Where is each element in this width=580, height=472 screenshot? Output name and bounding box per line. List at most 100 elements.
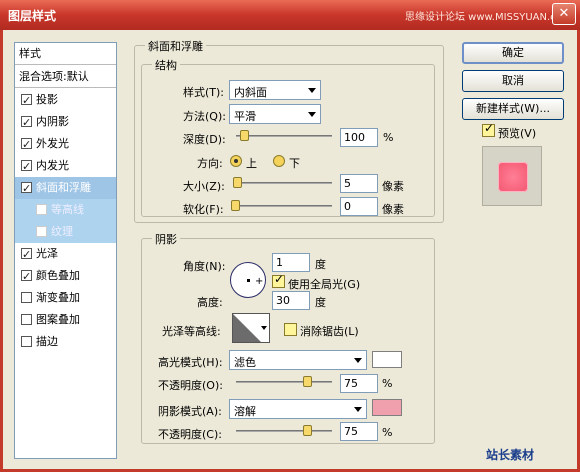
shadow-opacity-thumb[interactable] bbox=[303, 425, 312, 436]
shadow-mode-select[interactable]: 溶解 bbox=[229, 399, 367, 419]
depth-field[interactable]: 100 bbox=[340, 128, 378, 147]
style-select[interactable]: 内斜面 bbox=[229, 80, 321, 100]
global-light-checkbox[interactable] bbox=[272, 272, 285, 288]
altitude-label: 高度: bbox=[197, 296, 223, 309]
new-style-button[interactable]: 新建样式(W)... bbox=[462, 98, 564, 120]
checkbox-icon[interactable] bbox=[21, 90, 32, 112]
checkbox-icon[interactable] bbox=[21, 156, 32, 178]
structure-title: 结构 bbox=[152, 57, 180, 73]
sidebar-item-stroke[interactable]: 描边 bbox=[15, 331, 116, 353]
site-logo: 站长素材 bbox=[486, 448, 535, 462]
checkbox-icon[interactable] bbox=[36, 204, 47, 215]
sidebar-item-label: 光泽 bbox=[36, 247, 58, 260]
anti-aliased-label: 消除锯齿(L) bbox=[300, 325, 359, 338]
styles-header[interactable]: 样式 bbox=[15, 43, 116, 65]
sidebar-item-label: 纹理 bbox=[51, 225, 73, 238]
checkbox-icon[interactable] bbox=[21, 292, 32, 303]
soften-unit: 像素 bbox=[382, 203, 404, 216]
styles-list: 样式 混合选项:默认 投影 内阴影 外发光 内发光 斜面和浮雕 等高线 纹理 光… bbox=[14, 42, 117, 459]
shadow-color-swatch[interactable] bbox=[372, 399, 402, 416]
global-light-label: 使用全局光(G) bbox=[288, 278, 361, 291]
blend-options-label: 混合选项:默认 bbox=[19, 70, 89, 83]
chevron-down-icon bbox=[308, 112, 316, 117]
size-unit: 像素 bbox=[382, 180, 404, 193]
angle-label: 角度(N): bbox=[183, 260, 226, 273]
sidebar-item-texture[interactable]: 纹理 bbox=[15, 221, 116, 243]
direction-down-radio[interactable] bbox=[273, 155, 285, 167]
title-bar: 图层样式 思缘设计论坛 www.MISSYUAN.com ✕ bbox=[0, 0, 580, 30]
anti-aliased-checkbox[interactable] bbox=[284, 323, 297, 336]
depth-unit: % bbox=[383, 131, 394, 144]
highlight-opacity-label: 不透明度(O): bbox=[158, 379, 223, 392]
checkbox-icon[interactable] bbox=[21, 112, 32, 134]
ok-button[interactable]: 确定 bbox=[462, 42, 564, 64]
gloss-contour-picker[interactable] bbox=[232, 313, 270, 343]
sidebar-item-label: 图案叠加 bbox=[36, 313, 80, 326]
preview-label: 预览(V) bbox=[498, 127, 537, 140]
direction-up-radio[interactable] bbox=[230, 155, 242, 167]
sidebar-item-inner-glow[interactable]: 内发光 bbox=[15, 155, 116, 178]
soften-field[interactable]: 0 bbox=[340, 197, 378, 216]
sidebar-item-label: 等高线 bbox=[51, 203, 84, 216]
sidebar-item-color-overlay[interactable]: 颜色叠加 bbox=[15, 265, 116, 288]
bevel-emboss-title: 斜面和浮雕 bbox=[145, 38, 206, 54]
style-preview bbox=[482, 146, 542, 206]
highlight-mode-select[interactable]: 滤色 bbox=[229, 350, 367, 370]
shadow-opacity-field[interactable]: 75 bbox=[340, 422, 378, 441]
highlight-opacity-thumb[interactable] bbox=[303, 376, 312, 387]
size-slider[interactable] bbox=[233, 177, 332, 188]
highlight-opacity-unit: % bbox=[382, 377, 393, 390]
checkbox-icon[interactable] bbox=[21, 244, 32, 266]
shading-title: 阴影 bbox=[152, 231, 180, 247]
sidebar-item-drop-shadow[interactable]: 投影 bbox=[15, 89, 116, 112]
sidebar-item-outer-glow[interactable]: 外发光 bbox=[15, 133, 116, 156]
blend-options-item[interactable]: 混合选项:默认 bbox=[15, 66, 116, 88]
size-slider-thumb[interactable] bbox=[233, 177, 242, 188]
sidebar-item-pattern-overlay[interactable]: 图案叠加 bbox=[15, 309, 116, 331]
checkbox-icon[interactable] bbox=[21, 314, 32, 325]
angle-field[interactable]: 1 bbox=[272, 253, 310, 272]
styles-header-label: 样式 bbox=[19, 47, 41, 60]
shadow-opacity-slider[interactable] bbox=[236, 425, 332, 436]
sidebar-item-gradient-overlay[interactable]: 渐变叠加 bbox=[15, 287, 116, 309]
highlight-opacity-slider[interactable] bbox=[236, 376, 332, 387]
close-button[interactable]: ✕ bbox=[552, 3, 576, 25]
highlight-color-swatch[interactable] bbox=[372, 351, 402, 368]
checkbox-icon[interactable] bbox=[21, 336, 32, 347]
depth-label: 深度(D): bbox=[183, 133, 226, 146]
soften-slider[interactable] bbox=[231, 200, 332, 211]
style-select-value: 内斜面 bbox=[234, 86, 267, 99]
style-label: 样式(T): bbox=[183, 86, 225, 99]
depth-slider-thumb[interactable] bbox=[240, 130, 249, 141]
angle-unit: 度 bbox=[315, 258, 326, 271]
shadow-opacity-unit: % bbox=[382, 426, 393, 439]
technique-select[interactable]: 平滑 bbox=[229, 104, 321, 124]
cancel-button[interactable]: 取消 bbox=[462, 70, 564, 92]
gloss-contour-label: 光泽等高线: bbox=[162, 325, 221, 338]
depth-slider[interactable] bbox=[236, 130, 332, 141]
size-label: 大小(Z): bbox=[183, 180, 225, 193]
sidebar-item-label: 内阴影 bbox=[36, 115, 69, 128]
sidebar-item-contour[interactable]: 等高线 bbox=[15, 199, 116, 221]
direction-label: 方向: bbox=[197, 157, 223, 170]
size-field[interactable]: 5 bbox=[340, 174, 378, 193]
preview-checkbox[interactable] bbox=[482, 121, 495, 137]
sidebar-item-label: 渐变叠加 bbox=[36, 291, 80, 304]
altitude-unit: 度 bbox=[315, 296, 326, 309]
highlight-opacity-field[interactable]: 75 bbox=[340, 374, 378, 393]
checkbox-icon[interactable] bbox=[21, 134, 32, 156]
sidebar-item-bevel-emboss[interactable]: 斜面和浮雕 bbox=[15, 177, 116, 200]
chevron-down-icon bbox=[308, 88, 316, 93]
checkbox-icon[interactable] bbox=[21, 266, 32, 288]
checkbox-icon[interactable] bbox=[21, 178, 32, 200]
checkbox-icon[interactable] bbox=[36, 226, 47, 237]
chevron-down-icon bbox=[354, 358, 362, 363]
soften-slider-thumb[interactable] bbox=[231, 200, 240, 211]
sidebar-item-satin[interactable]: 光泽 bbox=[15, 243, 116, 266]
sidebar-item-label: 斜面和浮雕 bbox=[36, 181, 91, 194]
altitude-field[interactable]: 30 bbox=[272, 291, 310, 310]
preview-swatch bbox=[498, 162, 528, 192]
sidebar-item-inner-shadow[interactable]: 内阴影 bbox=[15, 111, 116, 134]
sidebar-item-label: 外发光 bbox=[36, 137, 69, 150]
shadow-mode-label: 阴影模式(A): bbox=[158, 405, 222, 418]
